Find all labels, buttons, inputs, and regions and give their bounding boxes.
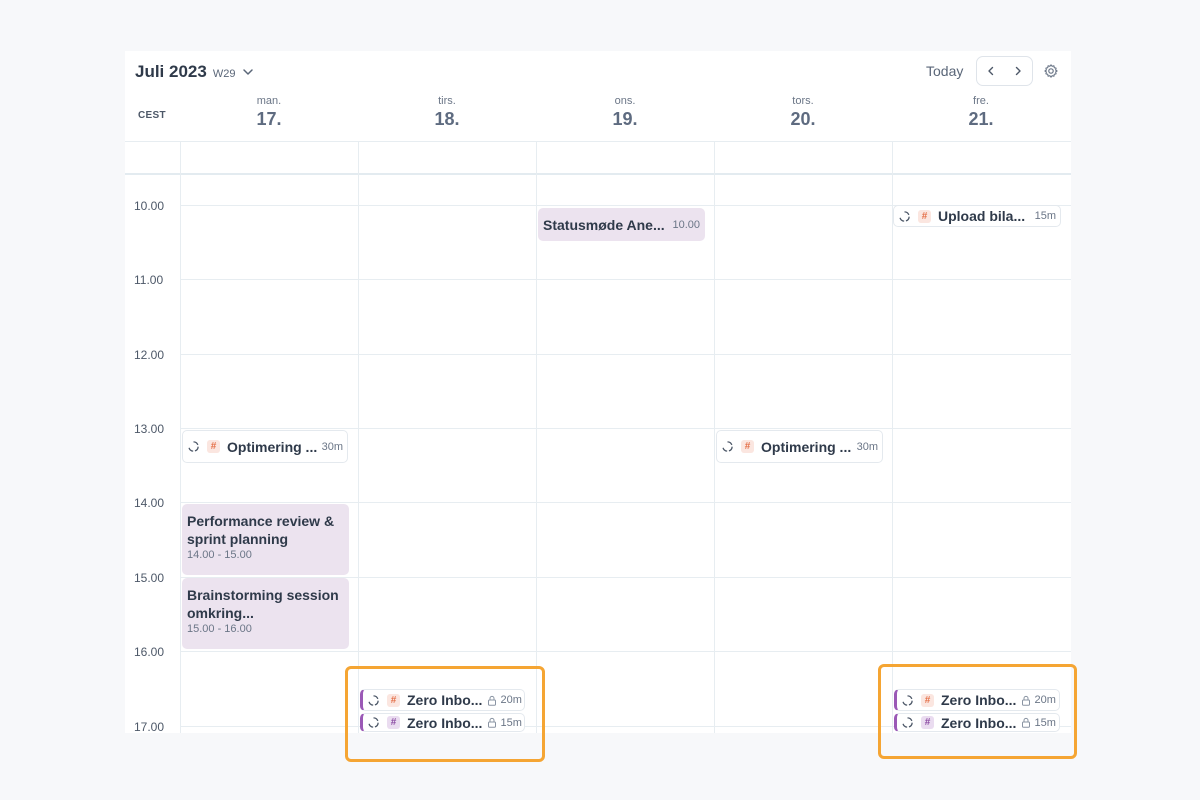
hour-label: 14.00	[134, 496, 165, 510]
task-title: Optimering ...	[761, 438, 852, 455]
day-number: 18.	[434, 109, 460, 129]
task-title: Zero Inbo...	[941, 692, 1017, 708]
hash-icon: #	[921, 693, 934, 707]
lock-icon	[488, 717, 497, 728]
chevron-down-icon	[243, 69, 254, 75]
month-selector[interactable]: Juli 2023 W29	[135, 62, 255, 82]
hash-icon: #	[921, 716, 934, 729]
grid-line	[714, 141, 715, 733]
day-header-mon: man. 17.	[180, 95, 358, 130]
today-button[interactable]: Today	[922, 62, 967, 80]
day-number: 21.	[968, 109, 994, 129]
day-header-tue: tirs. 18.	[358, 95, 536, 130]
hour-line	[180, 651, 1071, 652]
circle-sync-icon	[722, 441, 733, 452]
task-zero-inbox-tue-1[interactable]: # Zero Inbo... 20m	[360, 689, 525, 711]
event-title: Performance review & sprint planning	[187, 513, 335, 547]
day-number: 20.	[790, 109, 816, 129]
gear-icon[interactable]	[1043, 63, 1059, 79]
task-duration: 30m	[321, 440, 343, 453]
day-name: man.	[256, 95, 282, 107]
hash-icon: #	[387, 693, 400, 707]
hour-label: 16.00	[134, 645, 165, 659]
task-duration: 20m	[500, 694, 522, 706]
circle-sync-icon	[902, 694, 913, 706]
task-zero-inbox-fri-1[interactable]: # Zero Inbo... 20m	[894, 689, 1060, 711]
hour-label: 12.00	[134, 348, 165, 362]
circle-sync-icon	[368, 717, 379, 728]
grid-line	[180, 141, 181, 733]
event-title: Brainstorming session omkring...	[187, 587, 339, 621]
day-header-thu: tors. 20.	[714, 95, 892, 130]
task-duration: 20m	[1034, 694, 1056, 706]
circle-sync-icon	[188, 441, 199, 452]
hash-icon: #	[918, 209, 931, 223]
hour-label: 13.00	[134, 422, 165, 436]
timezone-label: CEST	[138, 110, 166, 121]
hour-line	[180, 354, 1071, 355]
event-time: 14.00 - 15.00	[187, 549, 252, 561]
day-number: 19.	[612, 109, 638, 129]
chevron-left-icon	[988, 66, 993, 76]
task-duration: 15m	[1034, 210, 1056, 222]
event-brainstorming[interactable]: Brainstorming session omkring... 15.00 -…	[182, 578, 349, 649]
event-time: 10.00	[672, 218, 700, 231]
grid-line	[125, 141, 1071, 142]
hash-icon: #	[387, 716, 400, 729]
prev-week-button[interactable]	[977, 57, 1005, 85]
lock-icon	[1022, 717, 1031, 728]
calendar-header: Juli 2023 W29 Today CEST man. 17. tirs. …	[125, 51, 1071, 141]
hour-line	[180, 279, 1071, 280]
task-duration: 15m	[500, 716, 522, 729]
grid-line	[536, 141, 537, 733]
hour-label: 17.00	[134, 720, 165, 733]
hour-label: 11.00	[134, 273, 164, 287]
event-performance-review[interactable]: Performance review & sprint planning 14.…	[182, 504, 349, 575]
lock-icon	[1022, 695, 1031, 706]
hour-label: 15.00	[134, 571, 165, 585]
all-day-divider	[125, 173, 1071, 175]
task-zero-inbox-fri-2[interactable]: # Zero Inbo... 15m	[894, 713, 1060, 732]
day-header-wed: ons. 19.	[536, 95, 714, 130]
hour-line	[180, 428, 1071, 429]
task-zero-inbox-tue-2[interactable]: # Zero Inbo... 15m	[360, 713, 525, 732]
chevron-right-icon	[1016, 66, 1021, 76]
hour-label: 10.00	[134, 199, 165, 213]
hour-line	[180, 502, 1071, 503]
task-upload[interactable]: # Upload bila... 15m	[893, 205, 1061, 227]
circle-sync-icon	[902, 717, 913, 728]
circle-sync-icon	[899, 210, 910, 222]
day-name: ons.	[614, 95, 636, 107]
task-optimering-mon[interactable]: # Optimering ... 30m	[182, 430, 348, 463]
hash-icon: #	[207, 440, 220, 453]
task-duration: 30m	[856, 440, 878, 453]
task-title: Upload bila...	[938, 208, 1026, 224]
task-title: Zero Inbo...	[407, 714, 483, 731]
next-week-button[interactable]	[1005, 57, 1033, 85]
day-number: 17.	[256, 109, 282, 129]
day-header-fri: fre. 21.	[892, 95, 1070, 130]
grid-line	[358, 141, 359, 733]
day-name: fre.	[973, 95, 989, 107]
event-title: Statusmøde Ane...	[543, 216, 665, 233]
week-label: W29	[212, 68, 236, 80]
day-name: tors.	[792, 95, 814, 107]
grid-line	[892, 141, 893, 733]
week-nav	[976, 56, 1033, 86]
calendar-grid[interactable]: 10.00 11.00 12.00 13.00 14.00 15.00 16.0…	[125, 141, 1071, 733]
task-title: Optimering ...	[227, 438, 318, 455]
event-time: 15.00 - 16.00	[187, 623, 252, 635]
circle-sync-icon	[368, 694, 379, 706]
hash-icon: #	[741, 440, 754, 453]
day-name: tirs.	[438, 95, 456, 107]
task-optimering-thu[interactable]: # Optimering ... 30m	[716, 430, 883, 463]
month-label: Juli 2023	[135, 62, 207, 81]
task-duration: 15m	[1034, 716, 1056, 729]
task-title: Zero Inbo...	[407, 692, 483, 708]
event-statusmode[interactable]: Statusmøde Ane... 10.00	[538, 208, 705, 241]
lock-icon	[488, 695, 497, 706]
calendar-card: Juli 2023 W29 Today CEST man. 17. tirs. …	[125, 51, 1071, 733]
task-title: Zero Inbo...	[941, 714, 1017, 731]
